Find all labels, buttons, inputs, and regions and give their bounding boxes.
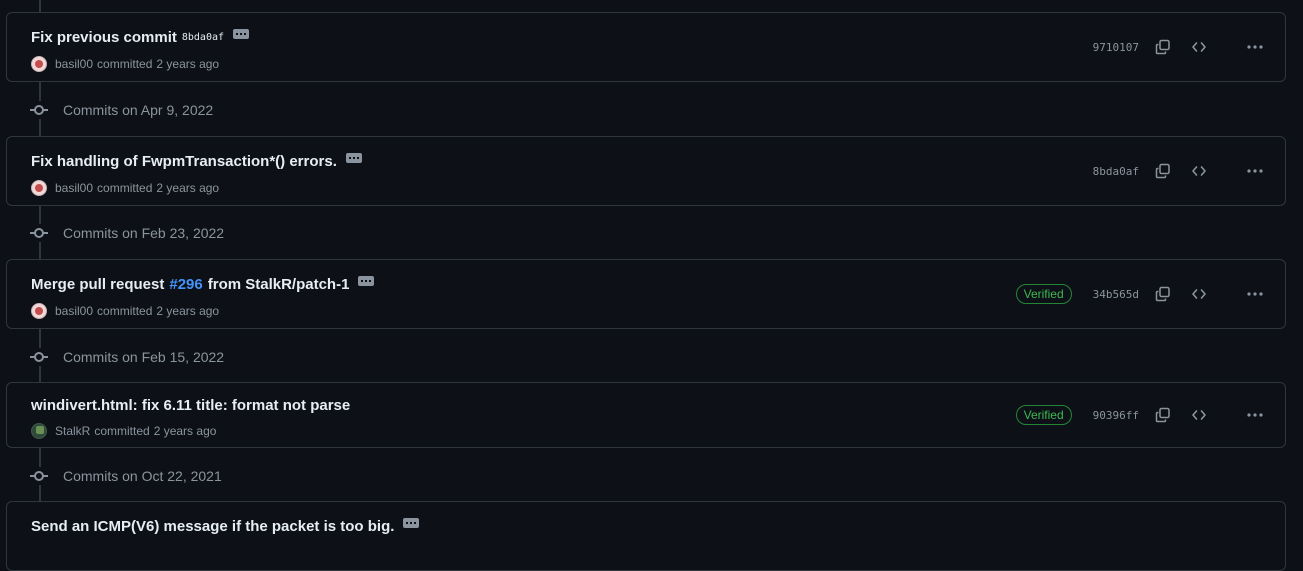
commit-actions: 8bda0af <box>1093 137 1265 205</box>
commit-actions: 9710107 <box>1093 13 1265 81</box>
copy-icon[interactable] <box>1153 161 1173 181</box>
git-commit-icon <box>30 348 48 366</box>
commit-title: Fix handling of FwpmTransaction*() error… <box>31 152 362 170</box>
commit-group-header: Commits on Oct 22, 2021 <box>30 464 222 488</box>
code-icon[interactable] <box>1189 405 1209 425</box>
commit-message-link[interactable]: Merge pull request <box>31 276 164 293</box>
ellipsis-icon[interactable] <box>358 275 375 286</box>
commit-group-label: Commits on Feb 23, 2022 <box>63 225 225 241</box>
commit-sha-link[interactable]: 9710107 <box>1093 41 1139 54</box>
commit-group-header: Commits on Feb 15, 2022 <box>30 345 224 369</box>
kebab-horizontal-icon[interactable] <box>1245 161 1265 181</box>
committed-label: committed <box>97 181 153 195</box>
relative-time: 2 years ago <box>156 304 220 318</box>
commit-title: Fix previous commit 8bda0af <box>31 28 250 46</box>
ellipsis-icon[interactable] <box>403 517 420 528</box>
copy-icon[interactable] <box>1153 284 1173 304</box>
commit-message-link[interactable]: Fix handling of FwpmTransaction*() error… <box>31 153 337 170</box>
kebab-horizontal-icon[interactable] <box>1245 37 1265 57</box>
commit-meta: basil00 committed 2 years ago <box>31 303 219 319</box>
commit-group-header: Commits on Feb 23, 2022 <box>30 221 224 245</box>
kebab-horizontal-icon[interactable] <box>1245 284 1265 304</box>
commit-meta: basil00 committed 2 years ago <box>31 56 219 72</box>
author-link[interactable]: basil00 <box>55 181 93 195</box>
commit-meta: StalkR committed 2 years ago <box>31 423 216 439</box>
code-icon[interactable] <box>1189 37 1209 57</box>
verified-badge[interactable]: Verified <box>1015 405 1072 425</box>
commit-group-header: Commits on Apr 9, 2022 <box>30 98 213 122</box>
relative-time: 2 years ago <box>156 181 220 195</box>
commit-meta: basil00 committed 2 years ago <box>31 180 219 196</box>
author-link[interactable]: basil00 <box>55 304 93 318</box>
commit-sha-link[interactable]: 34b565d <box>1093 288 1139 301</box>
commit-card: windivert.html: fix 6.11 title: format n… <box>6 382 1286 448</box>
commit-title: Send an ICMP(V6) message if the packet i… <box>31 517 420 535</box>
commit-title: Merge pull request #296 from StalkR/patc… <box>31 275 375 293</box>
relative-time: 2 years ago <box>156 57 220 71</box>
ellipsis-icon[interactable] <box>233 28 250 39</box>
committed-label: committed <box>97 304 153 318</box>
git-commit-icon <box>30 467 48 485</box>
author-link[interactable]: StalkR <box>55 424 90 438</box>
avatar[interactable] <box>31 303 47 319</box>
code-icon[interactable] <box>1189 284 1209 304</box>
git-commit-icon <box>30 101 48 119</box>
code-icon[interactable] <box>1189 161 1209 181</box>
commit-card: Fix previous commit 8bda0af basil00 comm… <box>6 12 1286 82</box>
avatar[interactable] <box>31 423 47 439</box>
copy-icon[interactable] <box>1153 37 1173 57</box>
git-commit-icon <box>30 224 48 242</box>
verified-badge[interactable]: Verified <box>1015 284 1072 304</box>
kebab-horizontal-icon[interactable] <box>1245 405 1265 425</box>
commit-actions: Verified 90396ff <box>1015 383 1265 447</box>
commit-message-link[interactable]: Fix previous commit <box>31 29 177 46</box>
commit-message-link[interactable]: windivert.html: fix 6.11 title: format n… <box>31 397 350 414</box>
relative-time: 2 years ago <box>153 424 217 438</box>
committed-label: committed <box>97 57 153 71</box>
commit-actions: Verified 34b565d <box>1015 260 1265 328</box>
avatar[interactable] <box>31 180 47 196</box>
ellipsis-icon[interactable] <box>345 152 362 163</box>
avatar[interactable] <box>31 56 47 72</box>
commit-message-link[interactable]: Send an ICMP(V6) message if the packet i… <box>31 518 394 535</box>
commit-message-link[interactable]: from StalkR/patch-1 <box>208 276 350 293</box>
copy-icon[interactable] <box>1153 405 1173 425</box>
commit-card: Send an ICMP(V6) message if the packet i… <box>6 501 1286 571</box>
commit-group-label: Commits on Oct 22, 2021 <box>63 468 222 484</box>
pull-request-link[interactable]: #296 <box>169 276 202 293</box>
commit-title: windivert.html: fix 6.11 title: format n… <box>31 397 350 414</box>
commit-group-label: Commits on Feb 15, 2022 <box>63 349 225 365</box>
author-link[interactable]: basil00 <box>55 57 93 71</box>
commit-card: Merge pull request #296 from StalkR/patc… <box>6 259 1286 329</box>
inline-sha-link[interactable]: 8bda0af <box>182 32 224 43</box>
commit-sha-link[interactable]: 8bda0af <box>1093 165 1139 178</box>
commit-card: Fix handling of FwpmTransaction*() error… <box>6 136 1286 206</box>
commit-sha-link[interactable]: 90396ff <box>1093 409 1139 422</box>
commit-group-label: Commits on Apr 9, 2022 <box>63 102 214 118</box>
committed-label: committed <box>94 424 150 438</box>
